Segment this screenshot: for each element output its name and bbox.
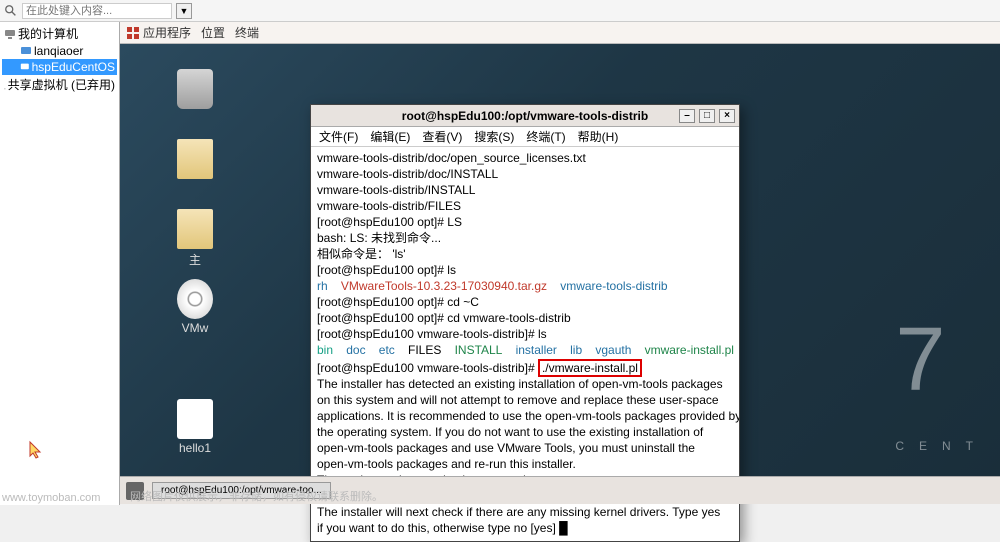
desktop-file-hello[interactable]: hello1 (165, 399, 225, 455)
desktop-folder-1[interactable] (165, 139, 225, 181)
search-bar: ▼ (0, 0, 1000, 22)
tree-item-hspeducentos[interactable]: hspEduCentOS (2, 59, 117, 75)
vm-view: 应用程序 位置 终端 主 VMw hello1 7 CENT root@hspEd… (120, 22, 1000, 505)
minimize-button[interactable]: – (679, 109, 695, 123)
desktop-trash[interactable] (165, 69, 225, 111)
terminal-menubar: 文件(F) 编辑(E) 查看(V) 搜索(S) 终端(T) 帮助(H) (311, 127, 739, 147)
toolbar-location[interactable]: 位置 (201, 24, 225, 41)
terminal-cursor: █ (559, 521, 568, 535)
centos-version: 7 (895, 325, 988, 395)
footer-note: 网络图片仅供展示，非存储，如有侵权请联系删除。 (130, 488, 383, 504)
computer-icon (4, 28, 16, 40)
desktop-icon-label: hello1 (179, 441, 211, 455)
vm-icon (20, 45, 32, 57)
desktop-disc[interactable]: VMw (165, 279, 225, 335)
tree-item-shared[interactable]: 共享虚拟机 (已弃用) (2, 75, 117, 94)
menu-search[interactable]: 搜索(S) (474, 128, 514, 145)
tree-item-lanqiaoer[interactable]: lanqiaoer (2, 43, 117, 59)
terminal-titlebar[interactable]: root@hspEdu100:/opt/vmware-tools-distrib… (311, 105, 739, 127)
tree-item-label: 共享虚拟机 (已弃用) (8, 76, 115, 93)
desktop-icon-label: 主 (189, 253, 201, 267)
menu-file[interactable]: 文件(F) (319, 128, 358, 145)
toolbar-location-label: 位置 (201, 24, 225, 41)
menu-view[interactable]: 查看(V) (422, 128, 462, 145)
footer-url: www.toymoban.com (2, 492, 100, 504)
desktop[interactable]: 主 VMw hello1 7 CENT root@hspEdu100:/opt/v… (120, 44, 1000, 504)
desktop-home[interactable]: 主 (165, 209, 225, 268)
vm-tree-panel: 我的计算机 lanqiaoer hspEduCentOS 共享虚拟机 (已弃用) (0, 22, 120, 505)
close-button[interactable]: × (719, 109, 735, 123)
tree-item-label: hspEduCentOS (32, 60, 115, 74)
apps-icon (126, 26, 140, 40)
toolbar-apps-label: 应用程序 (143, 24, 191, 41)
toolbar-terminal[interactable]: 终端 (235, 24, 259, 41)
menu-edit[interactable]: 编辑(E) (370, 128, 410, 145)
trash-icon (177, 69, 213, 109)
search-dropdown-button[interactable]: ▼ (176, 3, 192, 19)
tree-root-label: 我的计算机 (18, 25, 78, 42)
vm-icon (20, 61, 30, 73)
centos-watermark: 7 CENT (895, 325, 988, 464)
search-icon (4, 4, 18, 18)
disc-icon (177, 279, 213, 319)
highlighted-command: ./vmware-install.pl (538, 359, 642, 377)
toolbar-terminal-label: 终端 (235, 24, 259, 41)
menu-terminal[interactable]: 终端(T) (526, 128, 565, 145)
tree-item-label: lanqiaoer (34, 44, 83, 58)
shared-icon (4, 79, 6, 91)
tree-root[interactable]: 我的计算机 (2, 24, 117, 43)
vm-toolbar: 应用程序 位置 终端 (120, 22, 1000, 44)
toolbar-apps[interactable]: 应用程序 (126, 24, 191, 41)
maximize-button[interactable]: □ (699, 109, 715, 123)
menu-help[interactable]: 帮助(H) (578, 128, 619, 145)
desktop-icon-label: VMw (182, 321, 209, 335)
search-input[interactable] (22, 3, 172, 19)
file-icon (177, 399, 213, 439)
terminal-title-text: root@hspEdu100:/opt/vmware-tools-distrib (402, 109, 648, 123)
folder-icon (177, 209, 213, 249)
cursor-pointer-icon (28, 440, 44, 460)
folder-icon (177, 139, 213, 179)
centos-text: CENT (895, 439, 988, 453)
